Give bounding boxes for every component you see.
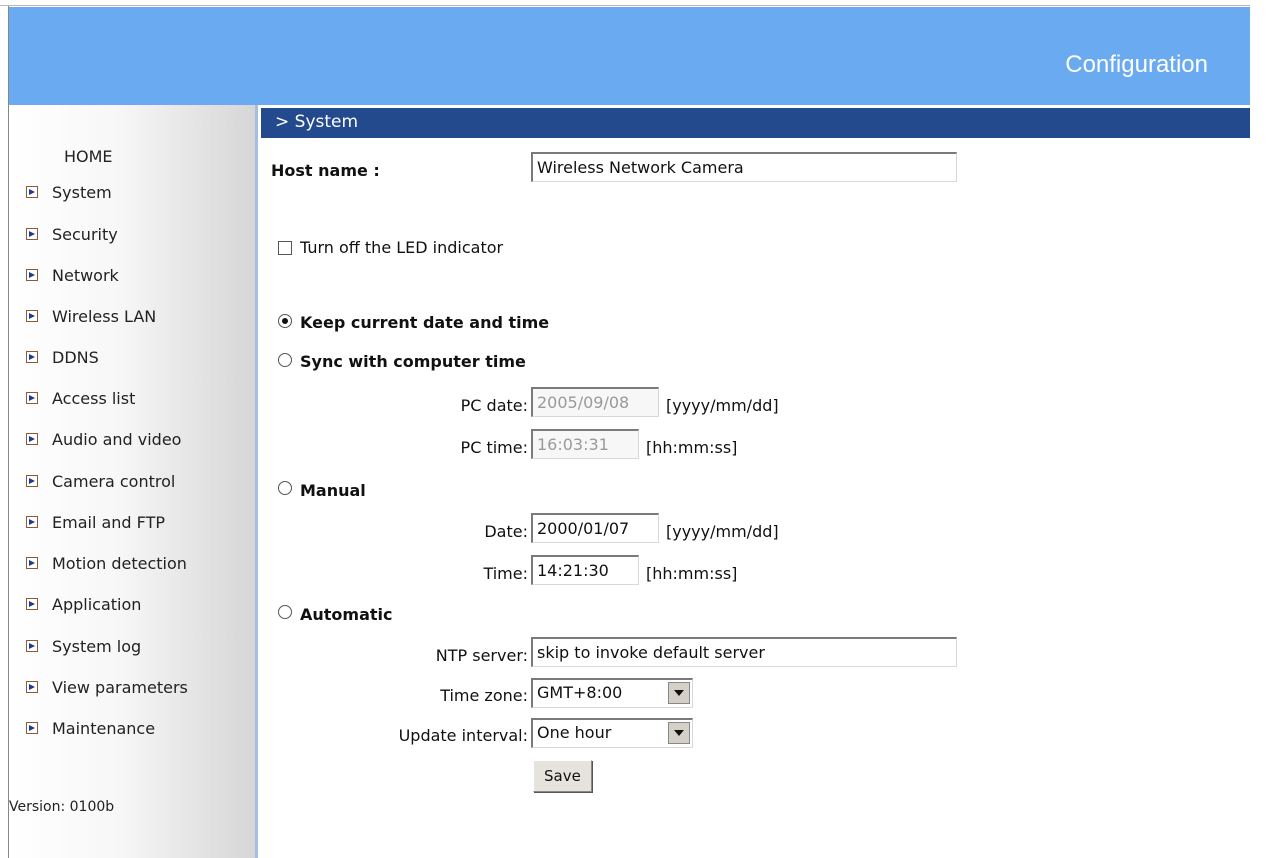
pc-date-format: [yyyy/mm/dd] bbox=[666, 396, 779, 415]
host-name-input[interactable]: Wireless Network Camera bbox=[531, 152, 957, 182]
sidebar-item-label: Audio and video bbox=[52, 429, 182, 449]
sidebar-item-email-and-ftp[interactable]: Email and FTP bbox=[26, 511, 165, 533]
sidebar-item-label: Security bbox=[52, 224, 118, 244]
save-button[interactable]: Save bbox=[533, 760, 592, 792]
sidebar-item-motion-detection[interactable]: Motion detection bbox=[26, 552, 187, 574]
sidebar-item-application[interactable]: Application bbox=[26, 593, 141, 615]
time-zone-value: GMT+8:00 bbox=[537, 683, 623, 702]
sidebar-item-network[interactable]: Network bbox=[26, 264, 119, 286]
time-format: [hh:mm:ss] bbox=[646, 564, 738, 583]
page-header: Configuration bbox=[9, 7, 1250, 105]
sidebar-item-system[interactable]: System bbox=[26, 181, 112, 203]
pc-date-label: PC date: bbox=[460, 396, 528, 415]
sidebar-item-maintenance[interactable]: Maintenance bbox=[26, 717, 155, 739]
ntp-server-label: NTP server: bbox=[435, 646, 528, 665]
sidebar: HOME System Security Network Wireless LA… bbox=[9, 105, 258, 858]
sidebar-item-label: Network bbox=[52, 265, 119, 285]
date-label: Date: bbox=[484, 522, 528, 541]
arrow-right-icon bbox=[26, 640, 38, 652]
chevron-down-icon[interactable] bbox=[668, 682, 690, 704]
date-format: [yyyy/mm/dd] bbox=[666, 522, 779, 541]
arrow-right-icon bbox=[26, 392, 38, 404]
sidebar-item-label: Maintenance bbox=[52, 718, 156, 738]
automatic-radio[interactable] bbox=[278, 605, 292, 619]
arrow-right-icon bbox=[26, 557, 38, 569]
led-off-checkbox[interactable] bbox=[278, 241, 292, 255]
header-title: Configuration bbox=[1065, 51, 1208, 78]
update-interval-value: One hour bbox=[537, 723, 612, 742]
update-interval-label: Update interval: bbox=[398, 726, 528, 745]
sidebar-item-label: Application bbox=[52, 594, 142, 614]
section-title: > System bbox=[275, 112, 359, 132]
arrow-right-icon bbox=[26, 722, 38, 734]
pc-time-label: PC time: bbox=[460, 438, 528, 457]
sidebar-item-label: DDNS bbox=[52, 347, 99, 367]
sync-computer-radio[interactable] bbox=[278, 353, 292, 367]
pc-time-format: [hh:mm:ss] bbox=[646, 438, 738, 457]
date-input[interactable]: 2000/01/07 bbox=[531, 513, 659, 543]
sync-computer-label: Sync with computer time bbox=[300, 352, 526, 371]
pc-date-input[interactable]: 2005/09/08 bbox=[531, 387, 659, 417]
version-text: Version: 0100b bbox=[9, 799, 115, 815]
arrow-right-icon bbox=[26, 516, 38, 528]
window-top-edge bbox=[0, 0, 1250, 6]
arrow-right-icon bbox=[26, 269, 38, 281]
sidebar-item-label: Wireless LAN bbox=[52, 306, 157, 326]
section-header: > System bbox=[261, 108, 1250, 138]
time-input[interactable]: 14:21:30 bbox=[531, 555, 639, 585]
arrow-right-icon bbox=[26, 310, 38, 322]
sidebar-item-camera-control[interactable]: Camera control bbox=[26, 470, 175, 492]
sidebar-item-wireless-lan[interactable]: Wireless LAN bbox=[26, 305, 156, 327]
sidebar-item-security[interactable]: Security bbox=[26, 223, 118, 245]
led-off-label: Turn off the LED indicator bbox=[300, 238, 504, 257]
sidebar-item-view-parameters[interactable]: View parameters bbox=[26, 676, 188, 698]
host-name-label: Host name : bbox=[271, 161, 380, 180]
time-zone-label: Time zone: bbox=[440, 686, 528, 705]
arrow-right-icon bbox=[26, 186, 38, 198]
sidebar-item-label: Email and FTP bbox=[52, 512, 166, 532]
pc-time-input[interactable]: 16:03:31 bbox=[531, 429, 639, 459]
sidebar-item-label: Access list bbox=[52, 388, 136, 408]
sidebar-item-system-log[interactable]: System log bbox=[26, 635, 141, 657]
manual-radio[interactable] bbox=[278, 481, 292, 495]
sidebar-item-label: System bbox=[52, 182, 112, 202]
sidebar-item-access-list[interactable]: Access list bbox=[26, 387, 135, 409]
sidebar-item-label: Motion detection bbox=[52, 553, 187, 573]
arrow-right-icon bbox=[26, 598, 38, 610]
keep-current-label: Keep current date and time bbox=[300, 313, 550, 332]
manual-label: Manual bbox=[300, 481, 366, 500]
chevron-down-icon[interactable] bbox=[668, 722, 690, 744]
sidebar-item-label: System log bbox=[52, 636, 142, 656]
sidebar-item-label: Camera control bbox=[52, 471, 176, 491]
time-zone-select[interactable]: GMT+8:00 bbox=[531, 678, 693, 708]
update-interval-select[interactable]: One hour bbox=[531, 718, 693, 748]
keep-current-radio[interactable] bbox=[278, 314, 292, 328]
arrow-right-icon bbox=[26, 228, 38, 240]
automatic-label: Automatic bbox=[300, 605, 393, 624]
sidebar-item-ddns[interactable]: DDNS bbox=[26, 346, 99, 368]
sidebar-item-label: View parameters bbox=[52, 677, 188, 697]
sidebar-item-audio-and-video[interactable]: Audio and video bbox=[26, 428, 181, 450]
sidebar-home-link[interactable]: HOME bbox=[64, 147, 113, 166]
ntp-server-input[interactable]: skip to invoke default server bbox=[531, 637, 957, 667]
arrow-right-icon bbox=[26, 433, 38, 445]
arrow-right-icon bbox=[26, 681, 38, 693]
arrow-right-icon bbox=[26, 351, 38, 363]
time-label: Time: bbox=[483, 564, 528, 583]
arrow-right-icon bbox=[26, 475, 38, 487]
